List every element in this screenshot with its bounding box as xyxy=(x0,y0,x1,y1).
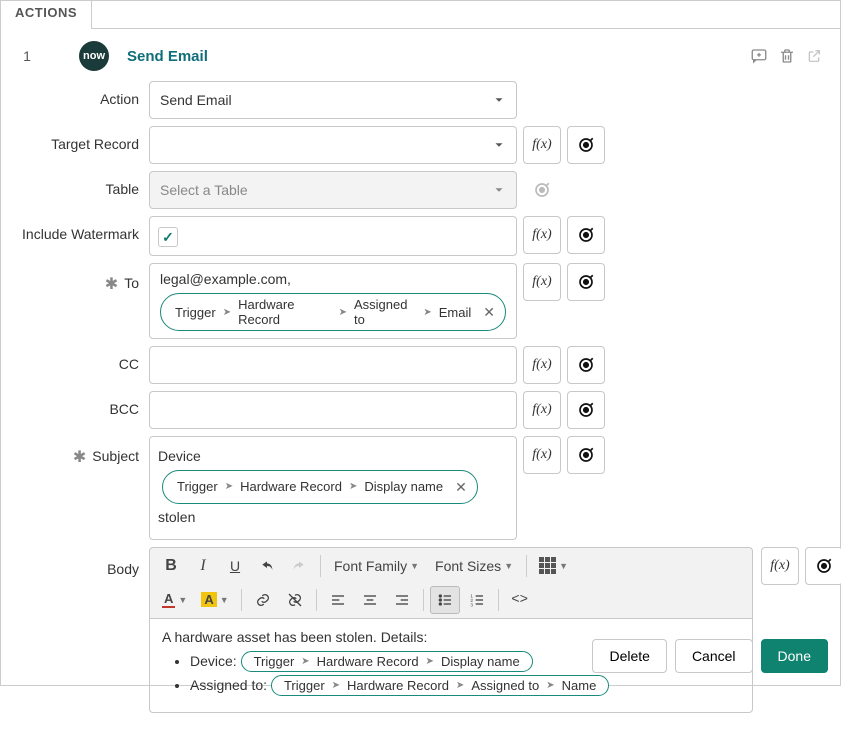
body-data-pill[interactable]: Trigger➤ Hardware Record➤ Assigned to➤ N… xyxy=(271,675,609,696)
arrow-icon: ➤ xyxy=(349,477,357,496)
action-panel: ACTIONS 1 now Send Email Action Send Ema… xyxy=(0,0,841,686)
undo-button[interactable] xyxy=(252,552,282,580)
text-color-icon: A xyxy=(162,591,175,608)
fx-button[interactable]: f(x) xyxy=(523,126,561,164)
chevron-down-icon xyxy=(492,93,506,107)
fx-button[interactable]: f(x) xyxy=(523,216,561,254)
cancel-button[interactable]: Cancel xyxy=(675,639,753,673)
arrow-icon: ➤ xyxy=(456,680,464,691)
label-to: ✱To xyxy=(17,263,149,293)
redo-button xyxy=(284,552,314,580)
data-pill-picker-button[interactable] xyxy=(805,547,841,585)
subject-input[interactable]: Device Trigger➤ Hardware Record➤ Display… xyxy=(149,436,517,540)
watermark-checkbox[interactable]: ✓ xyxy=(158,227,178,247)
chevron-down-icon: ▼ xyxy=(220,595,229,605)
data-pill-picker-button-disabled xyxy=(523,171,561,209)
data-pill-picker-button[interactable] xyxy=(567,391,605,429)
fx-button[interactable]: f(x) xyxy=(523,391,561,429)
arrow-icon: ➤ xyxy=(223,307,231,318)
chevron-down-icon xyxy=(492,138,506,152)
action-select[interactable]: Send Email xyxy=(149,81,517,119)
data-pill-picker-button[interactable] xyxy=(567,263,605,301)
link-button[interactable] xyxy=(248,586,278,614)
chevron-down-icon: ▼ xyxy=(504,561,513,571)
footer-buttons: Delete Cancel Done xyxy=(592,639,828,673)
delete-button[interactable]: Delete xyxy=(592,639,666,673)
arrow-icon: ➤ xyxy=(339,307,347,318)
delete-step-icon[interactable] xyxy=(778,47,796,65)
arrow-icon: ➤ xyxy=(301,656,309,667)
target-record-select[interactable] xyxy=(149,126,517,164)
tab-actions[interactable]: ACTIONS xyxy=(1,1,92,29)
table-select[interactable]: Select a Table xyxy=(149,171,517,209)
step-number: 1 xyxy=(13,48,41,64)
table-button[interactable]: ▼ xyxy=(533,552,574,580)
chevron-down-icon: ▼ xyxy=(178,595,187,605)
label-action: Action xyxy=(17,81,149,107)
fx-button[interactable]: f(x) xyxy=(761,547,799,585)
svg-text:3: 3 xyxy=(470,602,473,607)
step-header: 1 now Send Email xyxy=(1,29,840,77)
number-list-button[interactable]: 123 xyxy=(462,586,492,614)
underline-button[interactable]: U xyxy=(220,552,250,580)
label-target-record: Target Record xyxy=(17,126,149,152)
arrow-icon: ➤ xyxy=(225,477,233,496)
text-color-button[interactable]: A▼ xyxy=(156,586,193,614)
to-input[interactable]: legal@example.com, Trigger➤ Hardware Rec… xyxy=(149,263,517,339)
to-data-pill[interactable]: Trigger➤ Hardware Record➤ Assigned to➤ E… xyxy=(160,293,506,331)
data-pill-picker-button[interactable] xyxy=(567,436,605,474)
highlight-icon: A xyxy=(201,592,216,607)
label-watermark: Include Watermark xyxy=(17,216,149,242)
unlink-button[interactable] xyxy=(280,586,310,614)
tab-header: ACTIONS xyxy=(1,1,840,29)
step-title: Send Email xyxy=(127,48,750,65)
required-icon: ✱ xyxy=(105,276,118,293)
bold-button[interactable]: B xyxy=(156,552,186,580)
step-logo-icon: now xyxy=(79,41,109,71)
align-left-button[interactable] xyxy=(323,586,353,614)
data-pill-picker-button[interactable] xyxy=(567,216,605,254)
chevron-down-icon: ▼ xyxy=(410,561,419,571)
body-data-pill[interactable]: Trigger➤ Hardware Record➤ Display name xyxy=(241,651,533,672)
label-body: Body xyxy=(17,547,149,577)
open-external-icon[interactable] xyxy=(806,48,822,64)
arrow-icon: ➤ xyxy=(332,680,340,691)
code-button[interactable]: <> xyxy=(505,586,535,614)
arrow-icon: ➤ xyxy=(426,656,434,667)
label-bcc: BCC xyxy=(17,391,149,417)
font-size-select[interactable]: Font Sizes▼ xyxy=(428,552,520,580)
table-icon xyxy=(539,557,556,574)
bcc-input[interactable] xyxy=(149,391,517,429)
cc-input[interactable] xyxy=(149,346,517,384)
arrow-icon: ➤ xyxy=(546,680,554,691)
label-table: Table xyxy=(17,171,149,197)
data-pill-picker-button[interactable] xyxy=(567,126,605,164)
highlight-button[interactable]: A▼ xyxy=(195,586,234,614)
arrow-icon: ➤ xyxy=(423,307,431,318)
pill-remove-icon[interactable]: ✕ xyxy=(455,474,467,501)
pill-remove-icon[interactable]: ✕ xyxy=(483,304,495,321)
font-family-select[interactable]: Font Family▼ xyxy=(327,552,426,580)
label-cc: CC xyxy=(17,346,149,372)
italic-button[interactable]: I xyxy=(188,552,218,580)
body-list-item: Assigned to: Trigger➤ Hardware Record➤ A… xyxy=(190,675,740,696)
data-pill-picker-button[interactable] xyxy=(567,346,605,384)
fx-button[interactable]: f(x) xyxy=(523,346,561,384)
label-subject: ✱Subject xyxy=(17,436,149,466)
watermark-field: ✓ xyxy=(149,216,517,256)
chevron-down-icon: ▼ xyxy=(559,561,568,571)
chevron-down-icon xyxy=(492,183,506,197)
bullet-list-button[interactable] xyxy=(430,586,460,614)
fx-button[interactable]: f(x) xyxy=(523,263,561,301)
done-button[interactable]: Done xyxy=(761,639,828,673)
align-right-button[interactable] xyxy=(387,586,417,614)
subject-data-pill[interactable]: Trigger➤ Hardware Record➤ Display name ✕ xyxy=(162,470,478,505)
fx-button[interactable]: f(x) xyxy=(523,436,561,474)
align-center-button[interactable] xyxy=(355,586,385,614)
add-comment-icon[interactable] xyxy=(750,47,768,65)
required-icon: ✱ xyxy=(73,449,86,466)
rte-toolbar: B I U Font Family▼ Font Sizes▼ ▼ xyxy=(149,547,753,618)
